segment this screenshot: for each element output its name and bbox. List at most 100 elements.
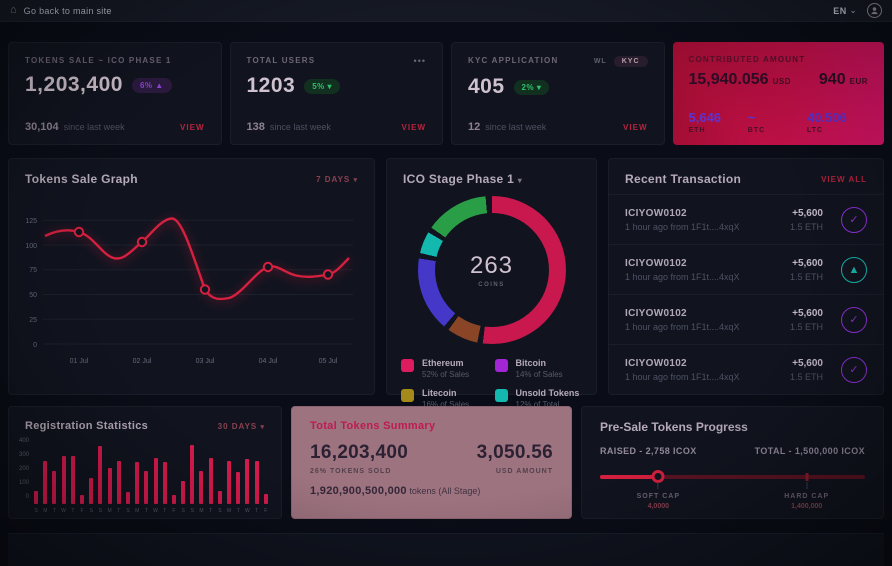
panel-title: Registration Statistics (25, 420, 148, 432)
view-button[interactable]: VIEW (623, 123, 647, 132)
hard-cap-label: HARD CAP (784, 493, 829, 500)
cap-tick-line (806, 482, 807, 489)
bar: M (107, 436, 113, 514)
footer-strip (8, 533, 884, 566)
delta-note: since last week (270, 122, 331, 132)
bar: W (244, 436, 250, 514)
wl-tab[interactable]: WL (594, 58, 607, 65)
coin-value: 5,646 (689, 110, 748, 125)
view-button[interactable]: VIEW (180, 123, 204, 132)
transaction-info: ICIYOW0102 1 hour ago from 1F1t....4xqX (625, 358, 740, 382)
usd-amount-value: 3,050.56 (477, 442, 553, 464)
cap-tick-line (658, 482, 659, 489)
kyc-value: 405 (468, 75, 505, 99)
bar-x-label: M (199, 508, 203, 514)
legend-name: Bitcoin (516, 358, 563, 368)
bar: W (152, 436, 158, 514)
user-avatar[interactable] (867, 3, 882, 18)
language-selector[interactable]: EN ⌄ (833, 6, 857, 16)
transaction-info: ICIYOW0102 1 hour ago from 1F1t....4xqX (625, 208, 740, 232)
transaction-amounts: +5,600 1.5 ETH (790, 358, 823, 382)
range-dropdown[interactable]: 30 DAYS ▾ (218, 422, 265, 431)
bar-x-label: S (181, 508, 184, 514)
transaction-amount: +5,600 (790, 258, 823, 269)
badge-percent: 2% (522, 83, 535, 92)
bar-x-label: T (209, 508, 212, 514)
all-stage-total: 1,920,900,500,000 tokens (All Stage) (310, 485, 553, 497)
delta-value: 30,104 (25, 121, 59, 133)
more-menu-icon[interactable]: ••• (414, 56, 426, 66)
legend-name: Ethereum (422, 358, 469, 368)
view-button[interactable]: VIEW (402, 123, 426, 132)
bar-x-label: W (245, 508, 250, 514)
trend-down-icon: ▾ (537, 83, 542, 92)
back-to-main-site-link[interactable]: Go back to main site (24, 6, 112, 16)
bar: W (61, 436, 67, 514)
bar: T (162, 436, 168, 514)
ico-stage-panel: ICO Stage Phase 1 ▾ 263 COINS Ethereum 5… (386, 158, 597, 395)
tokens-sale-value: 1,203,400 (25, 73, 123, 97)
bar-x-label: S (99, 508, 102, 514)
bar-x-label: W (153, 508, 158, 514)
svg-text:01 Jul: 01 Jul (70, 358, 89, 365)
usd-unit: USD (773, 77, 791, 86)
badge-percent: 6% (140, 81, 153, 90)
hard-cap-tick (805, 473, 808, 481)
bar-x-label: T (117, 508, 120, 514)
bar-y-axis: 400 300 200 100 0 (19, 438, 33, 500)
chevron-down-icon[interactable]: ▾ (518, 176, 522, 185)
bar-x-label: F (264, 508, 267, 514)
range-dropdown[interactable]: 7 DAYS ▾ (316, 175, 358, 184)
ltc-amount: 40.506 LTC (807, 110, 866, 134)
coins-count: 263 (470, 252, 513, 280)
card-title: CONTRIBUTED AMOUNT (689, 55, 869, 64)
tokens-sold-block: 16,203,400 26% TOKENS SOLD (310, 442, 408, 475)
svg-text:25: 25 (29, 317, 37, 324)
home-icon[interactable]: ⌂ (10, 5, 17, 16)
transaction-eth: 1.5 ETH (790, 272, 823, 282)
card-title: TOKENS SALE ~ ICO PHASE 1 (25, 56, 172, 65)
coin-value: ~ (748, 110, 807, 125)
stat-cards-row: TOKENS SALE ~ ICO PHASE 1 1,203,400 6% ▲… (8, 42, 884, 145)
transaction-id: ICIYOW0102 (625, 358, 740, 369)
kyc-tab[interactable]: KYC (614, 56, 648, 67)
card-title: TOTAL USERS (247, 56, 316, 65)
y-tick: 200 (19, 466, 29, 472)
bar-series: SMTWTFSSMTSMTWTFSSMTSMTWTF (33, 436, 269, 514)
slider-handle[interactable] (652, 470, 665, 483)
bar-x-label: T (71, 508, 74, 514)
recent-transactions-panel: Recent Transaction VIEW ALL ICIYOW0102 1… (608, 158, 884, 395)
donut-center: 263 COINS (435, 213, 549, 327)
total-label: TOTAL - 1,500,000 ICOX (755, 446, 865, 456)
bar-x-label: T (237, 508, 240, 514)
transaction-eth: 1.5 ETH (790, 372, 823, 382)
language-label: EN (833, 6, 847, 16)
transaction-amount: +5,600 (790, 358, 823, 369)
transaction-eth: 1.5 ETH (790, 322, 823, 332)
coins-label: COINS (478, 282, 505, 288)
bar-x-label: M (43, 508, 47, 514)
transaction-eth: 1.5 ETH (790, 222, 823, 232)
legend-name: Unsold Tokens (516, 388, 583, 398)
transaction-amount: +5,600 (790, 208, 823, 219)
card-total-users: TOTAL USERS ••• 1203 5% ▾ 138 since last… (230, 42, 444, 145)
hard-cap-value: 1,400,000 (784, 503, 829, 510)
svg-text:100: 100 (25, 243, 37, 250)
raised-label: RAISED - 2,758 ICOX (600, 446, 697, 456)
view-all-button[interactable]: VIEW ALL (821, 175, 867, 184)
legend-name: Litecoin (422, 388, 469, 398)
legend-sub: 14% of Sales (516, 370, 563, 379)
coin-unit: ETH (689, 127, 748, 134)
transaction-id: ICIYOW0102 (625, 258, 740, 269)
total-tokens-value: 1,920,900,500,000 (310, 485, 407, 497)
donut-chart: 263 COINS (418, 196, 566, 344)
bar-x-label: M (108, 508, 112, 514)
bar: T (51, 436, 57, 514)
bar-x-label: T (163, 508, 166, 514)
bar: M (226, 436, 232, 514)
transaction-row: ICIYOW0102 1 hour ago from 1F1t....4xqX … (609, 294, 883, 344)
sales-line-series (45, 219, 349, 300)
bottom-row: Registration Statistics 30 DAYS ▾ 400 30… (8, 406, 884, 519)
chevron-down-icon: ⌄ (850, 6, 857, 15)
y-tick: 400 (19, 438, 29, 444)
